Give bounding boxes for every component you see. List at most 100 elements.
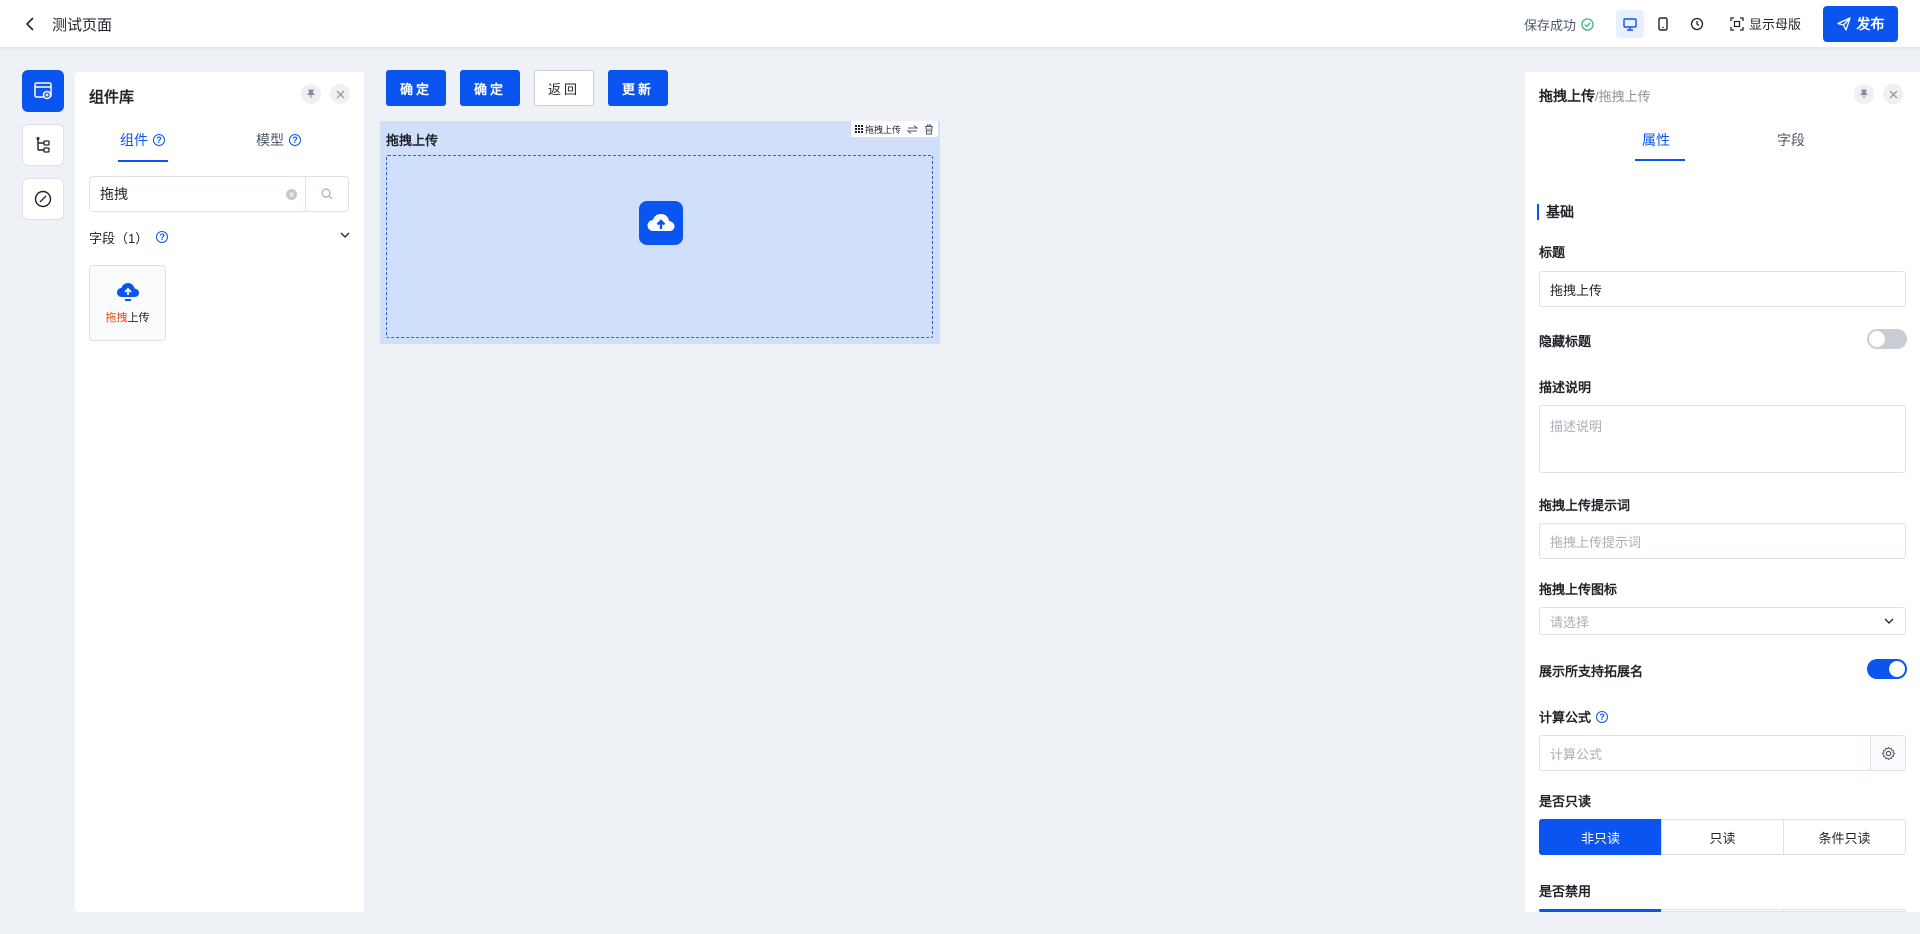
close-panel-button[interactable] (330, 84, 350, 104)
library-title: 组件库 (89, 89, 135, 106)
active-tab-indicator (118, 160, 168, 162)
tab-models[interactable]: 模型 ? (256, 130, 301, 150)
update-button[interactable]: 更新 (608, 70, 668, 106)
pin-icon (1859, 89, 1869, 98)
search-input-value: 拖拽 (100, 186, 128, 202)
confirm-button-1[interactable]: 确定 (386, 70, 446, 106)
switch-knob (1889, 661, 1905, 677)
component-toolbar: 拖拽上传 (850, 121, 938, 137)
description-textarea[interactable]: 描述说明 (1539, 405, 1906, 473)
back-button[interactable] (20, 14, 40, 34)
tab-components-label: 组件 (120, 132, 148, 148)
component-card-label-rest: 上传 (127, 312, 150, 324)
drag-upload-component[interactable]: 拖拽上传 拖拽上传 (380, 121, 940, 344)
readonly-segmented-control: 非只读 只读 条件只读 (1539, 819, 1906, 855)
component-card-label: 拖拽上传 (106, 309, 150, 325)
confirm-button-2[interactable]: 确定 (460, 70, 520, 106)
description-label: 描述说明 (1539, 380, 1592, 395)
title-field-label: 标题 (1539, 245, 1566, 260)
publish-button[interactable]: 发布 (1823, 6, 1898, 42)
show-master-button[interactable]: 显示母版 (1730, 14, 1801, 33)
scan-frame-icon (1730, 16, 1744, 31)
rail-tools-button[interactable] (22, 178, 64, 220)
tab-properties[interactable]: 属性 (1642, 130, 1670, 150)
upload-component-title: 拖拽上传 (386, 133, 439, 148)
swap-icon[interactable] (907, 124, 918, 134)
mobile-icon (1658, 17, 1668, 31)
component-library-icon (34, 82, 52, 100)
clear-search-icon[interactable] (286, 189, 297, 200)
close-panel-button[interactable] (1883, 84, 1903, 104)
show-master-label: 显示母版 (1749, 17, 1802, 32)
search-icon (321, 188, 333, 200)
close-icon (336, 90, 344, 98)
properties-title-main: 拖拽上传 (1539, 88, 1595, 104)
tab-fields[interactable]: 字段 (1777, 130, 1805, 150)
disabled-segmented-control-partial (1539, 909, 1906, 912)
disabled-option-second[interactable] (1661, 909, 1784, 912)
close-icon (1889, 90, 1897, 98)
properties-title: 拖拽上传/拖拽上传 (1539, 86, 1651, 106)
readonly-label: 是否只读 (1539, 794, 1592, 809)
gear-icon (1881, 746, 1895, 760)
compass-icon (34, 190, 52, 208)
mobile-view-button[interactable] (1649, 10, 1677, 38)
title-input[interactable]: 拖拽上传 (1539, 271, 1906, 307)
drag-handle[interactable]: 拖拽上传 (854, 123, 901, 136)
rail-component-library-button[interactable] (22, 70, 64, 112)
readonly-option-readonly[interactable]: 只读 (1661, 819, 1784, 855)
switch-knob (1869, 331, 1885, 347)
page-title: 测试页面 (52, 17, 113, 34)
grid-drag-icon (854, 125, 863, 133)
formula-input[interactable]: 计算公式 (1539, 735, 1871, 771)
properties-title-sub: /拖拽上传 (1595, 89, 1651, 104)
hide-title-switch[interactable] (1867, 329, 1907, 349)
search-highlight: 拖拽 (105, 312, 128, 324)
upload-hint-input[interactable]: 拖拽上传提示词 (1539, 523, 1906, 559)
history-button[interactable] (1683, 10, 1711, 38)
help-icon[interactable]: ? (1596, 710, 1609, 723)
search-button[interactable] (305, 176, 349, 212)
help-icon[interactable]: ? (153, 134, 165, 146)
help-icon[interactable]: ? (289, 134, 301, 146)
delete-icon[interactable] (924, 124, 934, 135)
pin-button[interactable] (301, 84, 321, 104)
select-placeholder: 请选择 (1550, 614, 1590, 630)
return-button[interactable]: 返回 (534, 70, 594, 106)
clock-icon (1690, 17, 1704, 31)
pin-icon (306, 89, 316, 98)
readonly-option-conditional[interactable]: 条件只读 (1783, 819, 1906, 855)
chevron-left-icon (25, 17, 34, 31)
send-icon (1836, 17, 1851, 31)
check-circle-icon (1581, 18, 1594, 31)
formula-label: 计算公式 ? (1539, 707, 1609, 726)
chevron-down-icon (1884, 618, 1894, 624)
hide-title-label: 隐藏标题 (1539, 334, 1592, 349)
upload-icon-select[interactable]: 请选择 (1539, 607, 1906, 635)
tab-components[interactable]: 组件 ? (120, 130, 165, 150)
component-library-panel: 组件库 组件 ? 模型 ? 拖拽 字段（1） ? 拖拽上传 (75, 72, 364, 912)
chevron-down-icon (340, 232, 350, 238)
help-icon[interactable]: ? (156, 231, 169, 243)
show-extensions-switch[interactable] (1867, 659, 1907, 679)
component-card-drag-upload[interactable]: 拖拽上传 (89, 265, 166, 341)
upload-icon-label: 拖拽上传图标 (1539, 582, 1618, 597)
cloud-upload-icon (116, 283, 139, 301)
save-status: 保存成功 (1524, 15, 1594, 34)
search-input[interactable]: 拖拽 (89, 176, 305, 212)
rail-outline-tree-button[interactable] (22, 124, 64, 166)
disabled-option-first[interactable] (1539, 909, 1662, 912)
desktop-view-button[interactable] (1616, 10, 1644, 38)
upload-hint-label: 拖拽上传提示词 (1539, 498, 1631, 513)
show-extensions-label: 展示所支持拓展名 (1539, 664, 1644, 679)
active-tab-indicator (1635, 159, 1685, 161)
upload-drop-zone[interactable] (386, 155, 933, 338)
publish-label: 发布 (1856, 16, 1885, 32)
pin-button[interactable] (1854, 84, 1874, 104)
field-group-header[interactable]: 字段（1） ? (89, 227, 351, 247)
formula-settings-button[interactable] (1870, 735, 1906, 771)
disabled-option-third[interactable] (1783, 909, 1906, 912)
save-status-text: 保存成功 (1524, 18, 1577, 33)
formula-label-text: 计算公式 (1539, 710, 1592, 725)
readonly-option-not-readonly[interactable]: 非只读 (1539, 819, 1662, 855)
